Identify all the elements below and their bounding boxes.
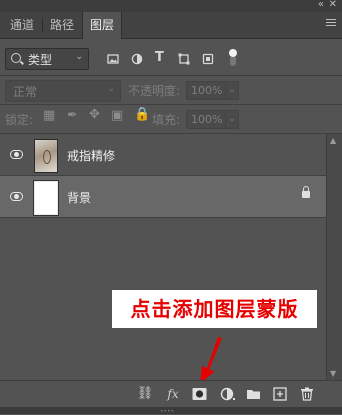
layers-scrollbar[interactable]: ▲ ▼ <box>326 134 342 380</box>
adjustment-layer-icon[interactable] <box>220 387 236 401</box>
adjustment-filter-icon[interactable] <box>131 53 143 65</box>
divider <box>0 104 342 105</box>
ring-image <box>43 150 51 164</box>
link-layers-icon[interactable]: ⛓ <box>136 387 154 401</box>
layer-row-selected[interactable]: 背景 <box>0 176 326 218</box>
opacity-input[interactable]: 100% <box>186 81 226 100</box>
lock-icon <box>302 186 310 198</box>
eye-icon[interactable] <box>10 150 23 159</box>
layer-name[interactable]: 戒指精修 <box>67 147 115 164</box>
annotation-callout: 点击添加图层蒙版 <box>112 290 317 328</box>
lock-position-icon[interactable]: ✥ <box>89 107 100 122</box>
scroll-up-icon[interactable]: ▲ <box>330 136 336 145</box>
fill-dropdown-icon[interactable]: ⌄ <box>225 110 239 129</box>
opacity-label: 不透明度: <box>128 84 181 98</box>
pixel-filter-icon[interactable] <box>107 53 119 65</box>
filter-toggle-icon[interactable] <box>228 49 238 67</box>
type-filter-icon[interactable]: T <box>155 50 164 65</box>
lock-image-pixels-icon[interactable]: ✒ <box>67 108 78 123</box>
tab-channels[interactable]: 通道 <box>3 12 41 38</box>
panel-title-strip <box>0 0 342 12</box>
fill-label: 填充: <box>152 113 181 127</box>
divider <box>0 75 342 76</box>
row-divider <box>0 217 326 218</box>
chevron-down-icon: ⌄ <box>75 52 83 62</box>
search-icon <box>11 53 21 63</box>
red-arrow-icon <box>200 337 222 384</box>
new-layer-icon[interactable] <box>273 387 287 401</box>
blend-mode-select[interactable]: 正常 ⌄ <box>5 80 121 102</box>
tab-paths[interactable]: 路径 <box>43 12 81 38</box>
close-panel-icon[interactable]: ✕ <box>329 0 337 10</box>
trash-icon[interactable] <box>300 387 314 401</box>
layer-thumbnail <box>33 180 59 216</box>
opacity-dropdown-icon[interactable]: ⌄ <box>225 81 239 100</box>
collapse-panel-icon[interactable]: « <box>318 0 324 10</box>
lock-label: 锁定: <box>5 113 34 127</box>
panel-menu-icon[interactable] <box>326 19 336 27</box>
blend-mode-value: 正常 <box>13 85 38 99</box>
layer-filter-select[interactable]: 类型 ⌄ <box>5 48 89 70</box>
layers-bottom-toolbar: ⛓ fx <box>0 380 342 408</box>
scroll-down-icon[interactable]: ▼ <box>330 369 336 378</box>
shape-filter-icon[interactable] <box>178 53 190 65</box>
layer-row[interactable]: 戒指精修 <box>0 134 326 176</box>
chevron-down-icon: ⌄ <box>107 84 115 94</box>
smart-object-filter-icon[interactable] <box>202 53 214 65</box>
fx-icon[interactable]: fx <box>164 387 182 401</box>
lock-all-icon[interactable]: 🔒 <box>134 107 150 122</box>
eye-icon[interactable] <box>10 192 23 201</box>
folder-icon[interactable] <box>246 387 261 401</box>
tab-layers[interactable]: 图层 <box>82 12 123 39</box>
filter-kind-label: 类型 <box>28 53 53 67</box>
lock-artboard-icon[interactable]: ▣ <box>111 108 123 123</box>
add-mask-icon[interactable] <box>192 387 207 401</box>
fill-input[interactable]: 100% <box>186 110 226 129</box>
layer-thumbnail <box>34 139 58 173</box>
layer-name[interactable]: 背景 <box>67 189 91 206</box>
lock-transparent-pixels-icon[interactable]: ▦ <box>43 108 55 123</box>
